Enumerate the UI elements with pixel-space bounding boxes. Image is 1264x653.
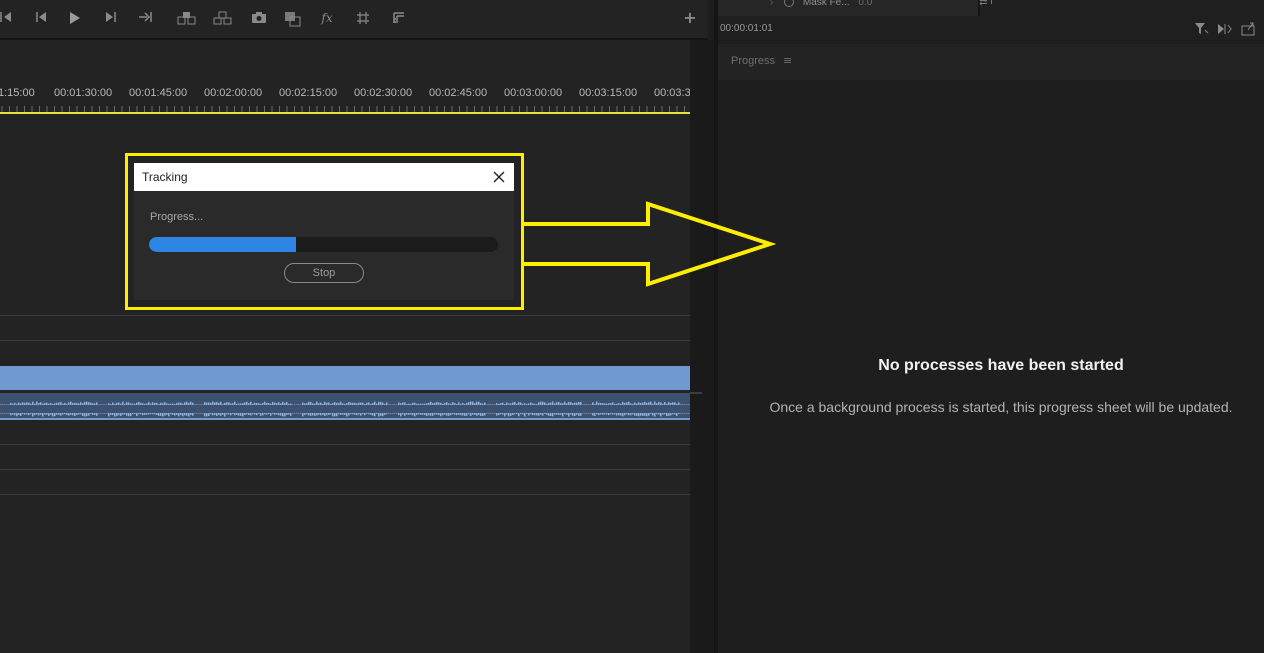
filter-icon[interactable] xyxy=(1195,23,1209,34)
progress-bar xyxy=(149,237,498,252)
track-divider xyxy=(0,494,690,495)
safe-margins-icon[interactable] xyxy=(352,8,374,28)
mask-feather-row[interactable]: › Mask Fe... 0.0 ⇄ xyxy=(770,0,987,8)
empty-state-title: No processes have been started xyxy=(878,357,1124,374)
effect-timecode[interactable]: 00:00:01:01 xyxy=(720,23,773,34)
fx-icon[interactable]: fx xyxy=(316,8,338,28)
ruler-timecode: 00:03:00:00 xyxy=(504,87,563,99)
export-icon[interactable] xyxy=(1241,22,1255,36)
ruler-timecode: 00:02:30:00 xyxy=(354,87,413,99)
progress-label: Progress... xyxy=(150,211,204,223)
add-button-icon[interactable]: + xyxy=(679,8,701,28)
effect-playhead xyxy=(991,0,992,4)
ruler-ticks xyxy=(1,106,685,112)
go-to-in-icon[interactable] xyxy=(0,8,18,28)
step-forward-icon[interactable] xyxy=(100,8,122,28)
settings-icon[interactable] xyxy=(388,8,410,28)
video-clip[interactable] xyxy=(0,366,690,390)
ruler-timecode: 00:02:45:00 xyxy=(429,87,488,99)
comparison-view-icon[interactable] xyxy=(282,8,304,28)
ruler-timecode: 00:02:15:00 xyxy=(279,87,338,99)
step-back-icon[interactable] xyxy=(30,8,52,28)
play-only-audio-icon[interactable] xyxy=(1218,24,1232,34)
progress-panel-header xyxy=(718,44,1264,80)
dialog-title: Tracking xyxy=(142,170,188,184)
export-frame-icon[interactable] xyxy=(248,8,270,28)
work-area-bar[interactable] xyxy=(0,112,690,114)
stop-button[interactable]: Stop xyxy=(284,263,364,283)
track-divider xyxy=(0,340,690,341)
play-icon[interactable] xyxy=(64,8,86,28)
ruler-timecode: 00:03:15:00 xyxy=(579,87,638,99)
lift-icon[interactable] xyxy=(176,8,198,28)
close-icon[interactable] xyxy=(490,168,508,186)
go-to-out-icon[interactable] xyxy=(134,8,156,28)
ruler-timecode: 1:15:00 xyxy=(0,87,35,99)
reset-icon[interactable]: ⇄ xyxy=(979,0,987,8)
empty-state-description: Once a background process is started, th… xyxy=(769,399,1233,415)
ruler-timecode: 00:02:00:00 xyxy=(204,87,263,99)
panel-menu-icon[interactable]: ≡ xyxy=(783,54,792,67)
transport-bar: fx + xyxy=(0,0,708,40)
dialog-title-bar[interactable] xyxy=(134,163,514,191)
track-divider xyxy=(0,444,690,445)
ruler-timecode: 00:01:45:00 xyxy=(129,87,188,99)
effect-controls-icons xyxy=(1192,20,1264,38)
annotation-arrow xyxy=(523,201,777,287)
extract-icon[interactable] xyxy=(212,8,234,28)
tab-progress[interactable]: Progress xyxy=(731,55,775,67)
gutter-handle[interactable] xyxy=(690,392,702,394)
ruler-timecode: 00:01:30:00 xyxy=(54,87,113,99)
mask-feather-label: Mask Fe... xyxy=(802,0,850,8)
audio-waveform xyxy=(0,401,690,417)
progress-bar-fill xyxy=(149,237,296,252)
mask-feather-value[interactable]: 0.0 xyxy=(858,0,872,8)
track-divider xyxy=(0,315,690,316)
track-divider xyxy=(0,469,690,470)
ruler-timecode: 00:03:3 xyxy=(654,87,691,99)
